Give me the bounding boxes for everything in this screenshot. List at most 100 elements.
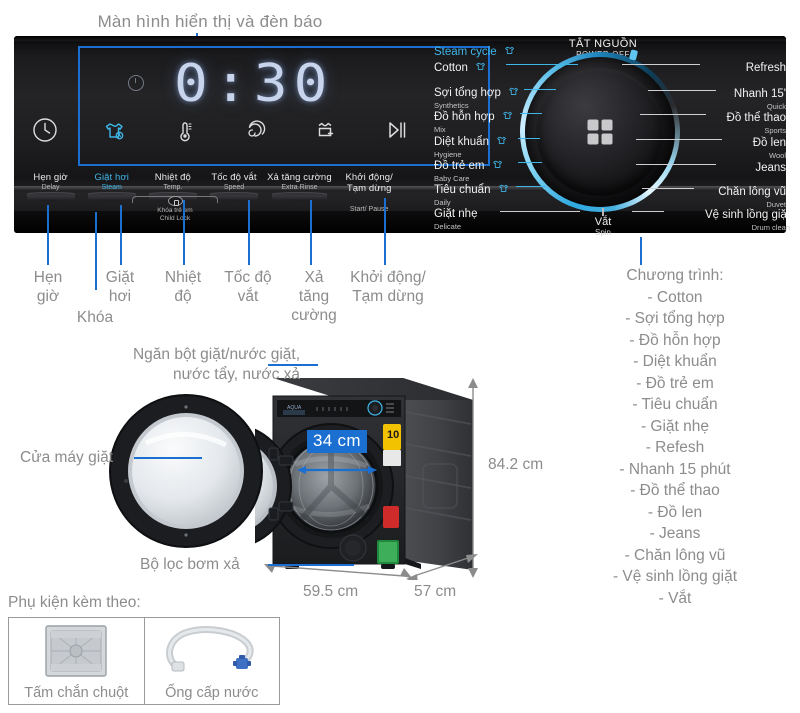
callout-filter-line: [268, 564, 354, 566]
depth-dimension-label: 57 cm: [414, 583, 456, 601]
dial-connector-synthetics: [524, 89, 556, 90]
delay-clock-icon: [30, 115, 60, 145]
leader-spin-speed: [248, 200, 250, 265]
accessories-box: Tấm chắn chuột Ống cấp nước: [8, 617, 280, 705]
callout-child-lock-l1: Khóa: [62, 308, 128, 327]
dial-connector-sports: [640, 114, 706, 115]
spin-tick: [602, 208, 604, 216]
clock-icon: [128, 75, 144, 91]
dial-label-refresh-vi: Refresh: [746, 62, 786, 74]
mouse-guard-plate-icon: [9, 618, 144, 684]
dial-label-cotton-vi: Cotton: [434, 62, 468, 74]
callout-door-line: [134, 457, 202, 459]
program-list-item: - Chăn lông vũ: [560, 545, 790, 567]
button-start-pause-label-en: Start/ Pause: [336, 206, 402, 213]
callout-detergent-dispenser: Ngăn bột giặt/nước giặt, nước tẩy, nước …: [60, 345, 300, 385]
accessory-item-water-hose: Ống cấp nước: [145, 617, 281, 705]
program-list-item: - Cotton: [560, 287, 790, 309]
dial-connector-quick: [648, 90, 716, 91]
dial-label-duvet-vi: Chăn lông vũ: [718, 186, 786, 198]
program-list-item: - Giặt nhẹ: [560, 416, 790, 438]
lcd-time-value: 0:30: [174, 53, 334, 113]
callout-dispenser-line: [268, 364, 318, 366]
callout-temperature-l1: Nhiệt: [152, 268, 214, 287]
extra-rinse-icon: [310, 115, 340, 145]
button-spin-speed-label-vi: Tốc độ vắt: [205, 172, 262, 183]
callout-start-pause-l2: Tạm dừng: [340, 287, 436, 306]
dial-label-baby-care-vi: Đồ trẻ em: [434, 160, 485, 172]
water-inlet-hose-icon: [145, 618, 280, 684]
dial-label-hygiene: Diệt khuẩn Hygiene: [434, 132, 507, 159]
callout-extra-rinse-l1: Xả: [284, 268, 344, 287]
callout-extra-rinse-l2: tăng: [284, 287, 344, 306]
button-temperature-label-en: Temp.: [144, 183, 201, 192]
dial-connector-jeans: [636, 164, 716, 165]
child-lock-indicator: Khóa trẻ em Child Lock: [120, 196, 230, 223]
drum-diameter-arrow: [296, 462, 378, 472]
callout-delay-l1: Hẹn: [22, 268, 74, 287]
dial-connector-hygiene: [518, 138, 540, 139]
button-spin-speed-label-en: Speed: [205, 183, 262, 192]
dial-label-daily: Tiêu chuẩn Daily: [434, 180, 509, 207]
leader-start-pause: [384, 198, 386, 265]
button-steam-label-vi: Giặt hơi: [83, 172, 140, 183]
callout-spin-speed: Tốc độ vắt: [212, 268, 284, 306]
height-dimension-arrow: [466, 378, 480, 578]
dial-label-daily-vi: Tiêu chuẩn: [434, 184, 490, 196]
steam-shirt-badge-icon: [492, 159, 503, 170]
temperature-icon: [170, 115, 200, 145]
button-delay-label-vi: Hẹn giờ: [22, 172, 79, 183]
button-extra-rinse[interactable]: Xả tăng cường Extra Rinse: [267, 170, 333, 214]
button-steam-label-en: Steam: [83, 183, 140, 192]
callout-temperature-l2: độ: [152, 287, 214, 306]
program-list-item: - Tiêu chuẩn: [560, 394, 790, 416]
dial-label-drum-clean: Vệ sinh lồng giặt Drum clean: [640, 205, 790, 232]
callout-extra-rinse: Xả tăng cường: [284, 268, 344, 325]
dial-label-mix: Đồ hỗn hợp Mix: [434, 107, 513, 134]
dial-label-wool-vi: Đồ len: [753, 137, 786, 149]
callout-start-pause: Khởi động/ Tạm dừng: [340, 268, 436, 306]
steam-shirt-badge-icon: [496, 135, 507, 146]
display-section-title: Màn hình hiển thị và đèn báo: [0, 12, 420, 32]
dial-label-drum-clean-vi: Vệ sinh lồng giặt: [705, 209, 790, 221]
callout-delay: Hẹn giờ: [22, 268, 74, 306]
button-delay-pill[interactable]: [27, 192, 75, 201]
callout-spin-speed-l2: vắt: [212, 287, 284, 306]
steam-shirt-badge-icon: [475, 61, 486, 72]
dial-label-synthetics: Sợi tổng hợp Synthetics: [434, 83, 519, 110]
steam-shirt-icon: [100, 115, 130, 145]
dial-label-synthetics-vi: Sợi tổng hợp: [434, 87, 501, 99]
dial-connector-mix: [520, 113, 542, 114]
spin-label-vi: Vắt: [566, 216, 640, 228]
dial-connector-duvet: [642, 188, 694, 189]
accessory-label-water-hose: Ống cấp nước: [165, 684, 258, 702]
callout-extra-rinse-l3: cường: [284, 306, 344, 325]
callout-steam-l1: Giặt: [92, 268, 148, 287]
dial-connector-drum-clean: [632, 211, 664, 212]
leader-steam: [120, 205, 122, 265]
steam-shirt-badge-icon: [508, 86, 519, 97]
callout-delay-l2: giờ: [22, 287, 74, 306]
dial-grid-icon: [588, 120, 613, 145]
child-lock-label-vi: Khóa trẻ em: [120, 207, 230, 215]
dial-position-marker: [629, 49, 638, 60]
open-door-assembly: [108, 393, 264, 549]
leader-temperature: [183, 200, 185, 265]
dial-label-quick-vi: Nhanh 15': [734, 88, 786, 100]
button-extra-rinse-pill[interactable]: [272, 192, 327, 201]
dial-connector-wool: [636, 139, 722, 140]
accessory-label-mouse-guard: Tấm chắn chuột: [24, 684, 128, 702]
leader-delay: [47, 205, 49, 265]
button-start-pause-label-vi2: Tạm dừng: [336, 183, 402, 194]
program-list-item: - Refesh: [560, 437, 790, 459]
callout-dispenser-l2: nước tẩy, nước xả: [60, 365, 300, 385]
button-start-pause-label-vi: Khởi động/: [336, 172, 402, 183]
dial-label-refresh: Refresh: [640, 58, 786, 76]
dial-connector-delicate: [500, 211, 580, 212]
button-start-pause[interactable]: Khởi động/ Tạm dừng Start/ Pause: [336, 170, 402, 214]
program-list-item: - Sợi tổng hợp: [560, 308, 790, 330]
height-dimension-label: 84.2 cm: [488, 456, 543, 474]
button-delay[interactable]: Hẹn giờ Delay: [22, 170, 79, 214]
infographic-root: Màn hình hiển thị và đèn báo 0:30: [0, 0, 800, 713]
dial-label-delicate-vi: Giặt nhẹ: [434, 208, 477, 220]
